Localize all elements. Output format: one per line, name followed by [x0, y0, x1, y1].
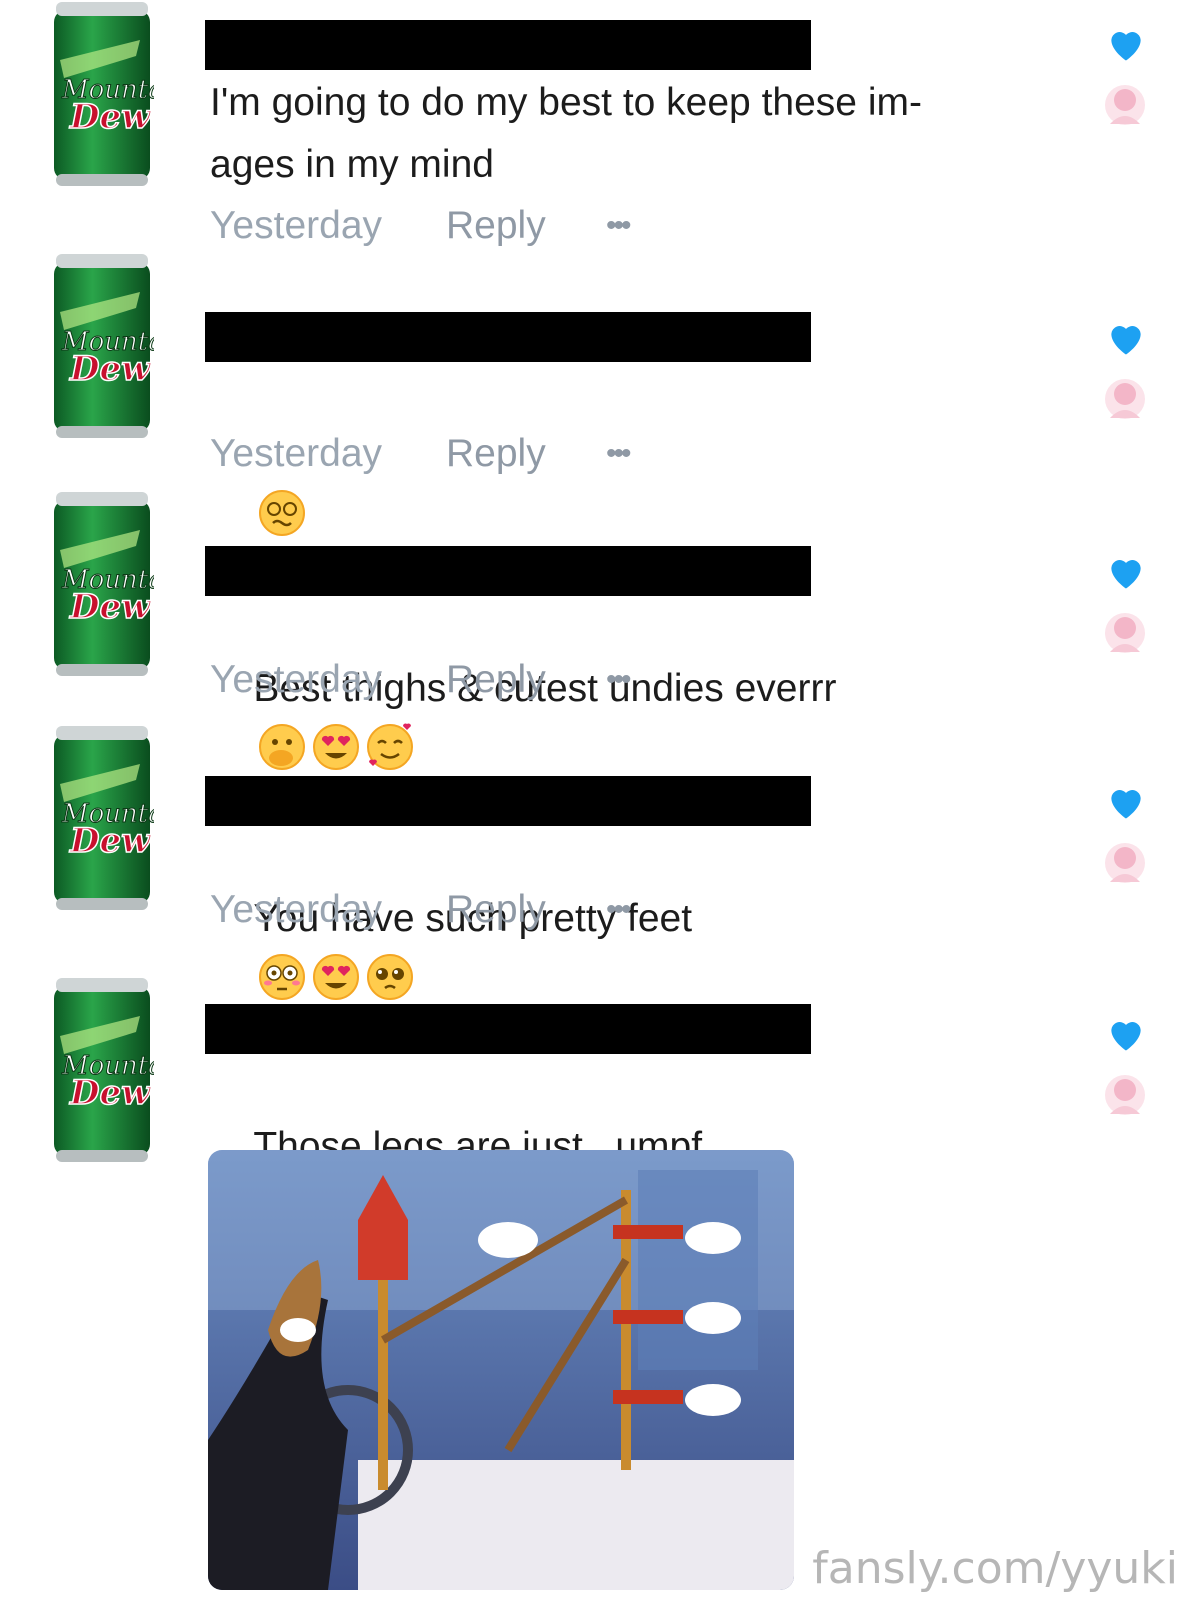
svg-text:Dew: Dew: [69, 587, 152, 627]
avatar-mountain-dew[interactable]: Mountain Dew: [50, 724, 189, 914]
timestamp: Yesterday: [210, 888, 383, 931]
comment-meta: Yesterday Reply •••: [210, 430, 631, 478]
redacted-username: [205, 546, 811, 596]
watermark: fansly.com/yyuki: [812, 1543, 1178, 1594]
redacted-username: [205, 776, 811, 826]
reply-button[interactable]: Reply: [446, 888, 606, 932]
like-heart-icon[interactable]: [1104, 316, 1148, 360]
smiling-face-with-hearts-emoji-icon: [367, 723, 414, 770]
creator-like-avatar: [1100, 80, 1150, 130]
svg-text:Dew: Dew: [69, 1073, 152, 1113]
creator-like-avatar: [1100, 608, 1150, 658]
comment-meta: Yesterday Reply •••: [210, 886, 631, 934]
avatar-mountain-dew[interactable]: Mountain Dew: [50, 252, 189, 442]
svg-text:Dew: Dew: [69, 97, 152, 137]
comment-text: I'm going to do my best to keep these im…: [210, 81, 922, 186]
creator-like-avatar: [1100, 1070, 1150, 1120]
like-heart-icon[interactable]: [1104, 22, 1148, 66]
creator-like-avatar: [1100, 838, 1150, 888]
reply-button[interactable]: Reply: [446, 432, 606, 476]
pleading-face-emoji-icon: [367, 954, 414, 1000]
gif-attachment[interactable]: [208, 1150, 794, 1590]
face-with-hand-over-mouth-emoji-icon: [259, 724, 306, 770]
avatar-mountain-dew[interactable]: Mountain Dew: [50, 976, 189, 1166]
more-options-icon[interactable]: •••: [606, 209, 631, 243]
comment-meta: Yesterday Reply •••: [210, 656, 631, 704]
heart-eyes-emoji-icon: [313, 954, 360, 1000]
comment-meta: Yesterday Reply •••: [210, 202, 631, 250]
like-heart-icon[interactable]: [1104, 780, 1148, 824]
dizzy-face-emoji-icon: [259, 490, 306, 536]
avatar-mountain-dew[interactable]: Mountain Dew: [50, 0, 189, 190]
like-heart-icon[interactable]: [1104, 1012, 1148, 1056]
redacted-username: [205, 312, 811, 362]
avatar-mountain-dew[interactable]: Mountain Dew: [50, 490, 189, 680]
like-heart-icon[interactable]: [1104, 550, 1148, 594]
redacted-username: [205, 20, 811, 70]
svg-text:Dew: Dew: [69, 821, 152, 861]
creator-like-avatar: [1100, 374, 1150, 424]
heart-eyes-emoji-icon: [313, 724, 360, 770]
svg-text:Dew: Dew: [69, 349, 152, 389]
timestamp: Yesterday: [210, 204, 383, 247]
redacted-username: [205, 1004, 811, 1054]
timestamp: Yesterday: [210, 432, 383, 475]
more-options-icon[interactable]: •••: [606, 663, 631, 697]
more-options-icon[interactable]: •••: [606, 437, 631, 471]
timestamp: Yesterday: [210, 658, 383, 701]
flushed-face-emoji-icon: [259, 954, 306, 1000]
reply-button[interactable]: Reply: [446, 658, 606, 702]
more-options-icon[interactable]: •••: [606, 893, 631, 927]
reply-button[interactable]: Reply: [446, 204, 606, 248]
